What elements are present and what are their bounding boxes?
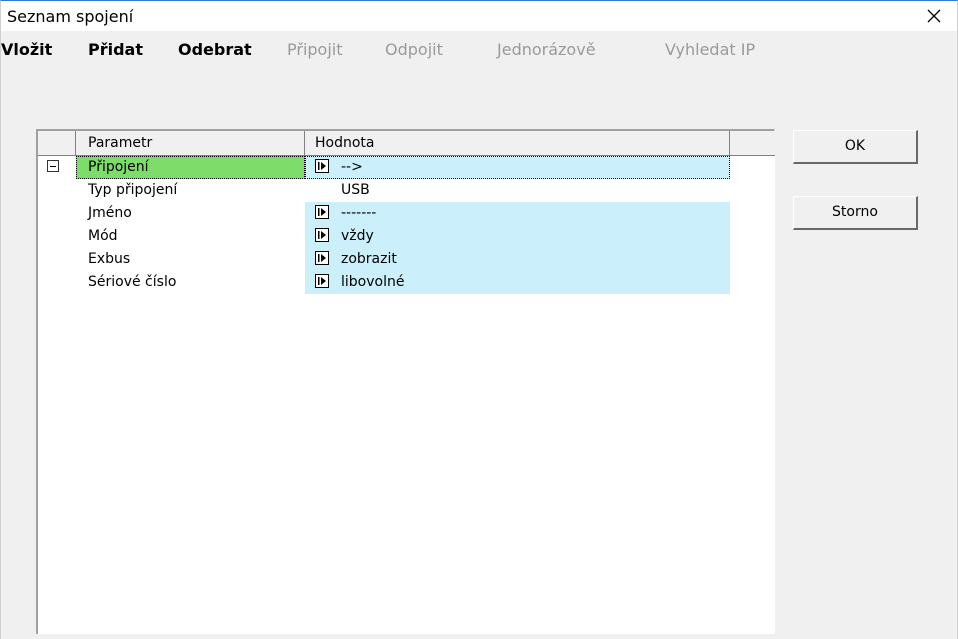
menu-odebrat[interactable]: Odebrat: [178, 40, 252, 60]
close-icon: [927, 9, 941, 23]
param-cell: Jméno: [88, 205, 132, 221]
play-arrow-icon[interactable]: [315, 251, 329, 265]
table-row[interactable]: Typ připojení USB: [38, 179, 775, 202]
connection-list-dialog: Seznam spojení Vložit Přidat Odebrat Při…: [0, 0, 958, 639]
header-gutter: [38, 131, 76, 155]
param-cell: Exbus: [88, 251, 131, 267]
menu-bar: Vložit Přidat Odebrat Připojit Odpojit J…: [1, 31, 957, 65]
header-parametr[interactable]: Parametr: [76, 131, 305, 155]
close-button[interactable]: [911, 1, 957, 31]
play-arrow-icon[interactable]: [315, 159, 329, 173]
title-bar: Seznam spojení: [1, 1, 957, 31]
ok-button[interactable]: OK: [793, 130, 918, 164]
header-hodnota[interactable]: Hodnota: [305, 131, 730, 155]
menu-jednorazove[interactable]: Jednorázově: [497, 40, 596, 60]
table-row[interactable]: Exbus zobrazit: [38, 248, 775, 271]
window-title: Seznam spojení: [7, 7, 134, 26]
table-row[interactable]: Připojení -->: [38, 156, 775, 179]
parameter-grid[interactable]: Parametr Hodnota Připojení --> Typ připo…: [36, 129, 775, 634]
menu-pripojit[interactable]: Připojit: [287, 40, 343, 60]
value-cell[interactable]: USB: [305, 179, 730, 202]
table-row[interactable]: Mód vždy: [38, 225, 775, 248]
param-cell: Připojení: [76, 156, 305, 179]
value-cell[interactable]: -->: [305, 156, 730, 179]
table-row[interactable]: Jméno -------: [38, 202, 775, 225]
param-cell: Mód: [88, 228, 118, 244]
param-cell: Typ připojení: [88, 182, 178, 198]
value-text: vždy: [341, 228, 374, 244]
collapse-icon[interactable]: [47, 160, 59, 172]
value-text: zobrazit: [341, 251, 397, 267]
value-cell[interactable]: libovolné: [305, 271, 730, 294]
grid-header: Parametr Hodnota: [38, 131, 775, 156]
value-text: USB: [341, 182, 370, 198]
value-cell[interactable]: vždy: [305, 225, 730, 248]
value-cell[interactable]: zobrazit: [305, 248, 730, 271]
table-row[interactable]: Sériové číslo libovolné: [38, 271, 775, 294]
menu-vlozit[interactable]: Vložit: [1, 40, 52, 60]
value-cell[interactable]: -------: [305, 202, 730, 225]
play-arrow-icon[interactable]: [315, 228, 329, 242]
value-text: -------: [341, 205, 377, 221]
menu-odpojit[interactable]: Odpojit: [385, 40, 443, 60]
play-arrow-icon[interactable]: [315, 274, 329, 288]
menu-pridat[interactable]: Přidat: [88, 40, 143, 60]
value-text: libovolné: [341, 274, 405, 290]
cancel-button[interactable]: Storno: [793, 196, 918, 230]
menu-vyhledat-ip[interactable]: Vyhledat IP: [665, 40, 755, 60]
play-arrow-icon[interactable]: [315, 205, 329, 219]
param-cell: Sériové číslo: [88, 274, 177, 290]
value-text: -->: [341, 159, 363, 175]
